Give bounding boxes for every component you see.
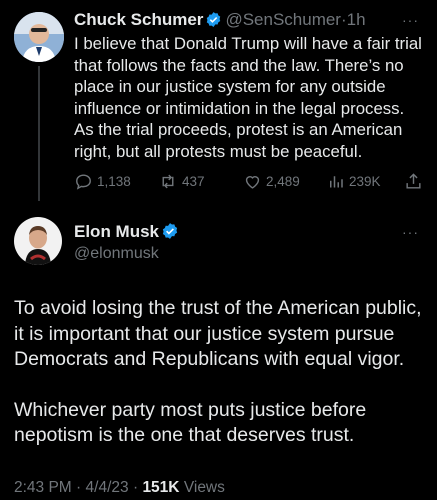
views-icon (327, 172, 345, 191)
main-author-name[interactable]: Elon Musk (74, 222, 182, 245)
avatar-elon-musk[interactable] (14, 217, 62, 265)
reply-button[interactable]: 1,138 (74, 172, 131, 191)
main-handle[interactable]: @elonmusk (74, 245, 159, 263)
verified-badge-icon (161, 222, 179, 245)
views-count: 151K (142, 479, 180, 496)
meta-separator: · (132, 479, 139, 496)
more-icon[interactable]: ··· (402, 224, 419, 240)
tweet-paragraph: Whichever party most puts justice before… (14, 398, 367, 447)
tweet-time[interactable]: 2:43 PM (14, 479, 72, 496)
views-label: Views (183, 479, 225, 496)
share-icon (404, 172, 423, 191)
like-icon (243, 172, 262, 191)
views-button[interactable]: 239K (327, 172, 381, 191)
reply-icon (74, 172, 93, 191)
quoted-tweet-actions: 1,138 437 2,489 239K (74, 172, 424, 192)
like-button[interactable]: 2,489 (243, 172, 300, 191)
quoted-tweet-text: I believe that Donald Trump will have a … (74, 34, 422, 161)
repost-count: 437 (182, 174, 205, 189)
thread-connector-line (38, 66, 40, 201)
quoted-tweet-header: Chuck Schumer @SenSchumer·1h (74, 10, 366, 33)
meta-separator: · (76, 479, 82, 496)
views-count: 239K (349, 174, 381, 189)
avatar-chuck-schumer[interactable] (14, 12, 64, 62)
more-icon[interactable]: ··· (402, 12, 419, 28)
tweet-paragraph: To avoid losing the trust of the America… (14, 297, 422, 370)
tweet-date[interactable]: 4/4/23 (86, 479, 129, 496)
quoted-time[interactable]: 1h (347, 10, 366, 29)
share-button[interactable] (404, 172, 423, 191)
verified-badge-icon (205, 11, 222, 33)
repost-icon (158, 172, 178, 191)
repost-button[interactable]: 437 (158, 172, 205, 191)
quoted-handle[interactable]: @SenSchumer (225, 10, 341, 29)
like-count: 2,489 (266, 174, 300, 189)
quoted-author-name[interactable]: Chuck Schumer (74, 10, 203, 29)
tweet-meta: 2:43 PM · 4/4/23 · 151K Views (14, 479, 225, 497)
reply-count: 1,138 (97, 174, 131, 189)
main-author-name-text[interactable]: Elon Musk (74, 222, 159, 241)
main-tweet-text: To avoid losing the trust of the America… (14, 296, 432, 474)
